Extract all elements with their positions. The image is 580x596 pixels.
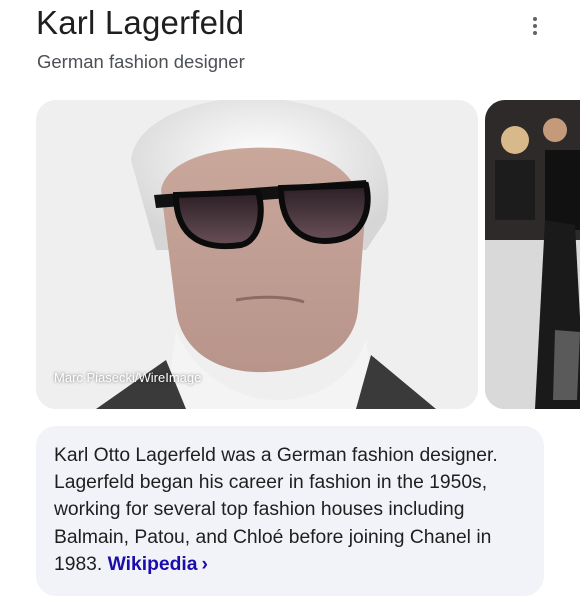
- more-vert-icon-dot: [533, 31, 537, 35]
- image-credit: Marc Piasecki/WireImage: [54, 370, 202, 385]
- more-options-button[interactable]: [524, 14, 546, 38]
- chevron-right-icon: ›: [201, 553, 208, 575]
- description-text: Karl Otto Lagerfeld was a German fashion…: [54, 442, 532, 578]
- portrait-illustration: [36, 100, 478, 409]
- description-card: Karl Otto Lagerfeld was a German fashion…: [36, 426, 544, 596]
- more-vert-icon-dot: [533, 24, 537, 28]
- wikipedia-link[interactable]: Wikipedia ›: [108, 554, 208, 575]
- entity-title: Karl Lagerfeld: [36, 4, 245, 41]
- more-vert-icon: [533, 17, 537, 21]
- secondary-image[interactable]: [485, 100, 580, 409]
- wikipedia-link-label: Wikipedia: [107, 553, 198, 575]
- entity-subtitle: German fashion designer: [37, 51, 245, 72]
- runway-illustration: [485, 100, 580, 409]
- main-image[interactable]: Marc Piasecki/WireImage: [36, 100, 478, 409]
